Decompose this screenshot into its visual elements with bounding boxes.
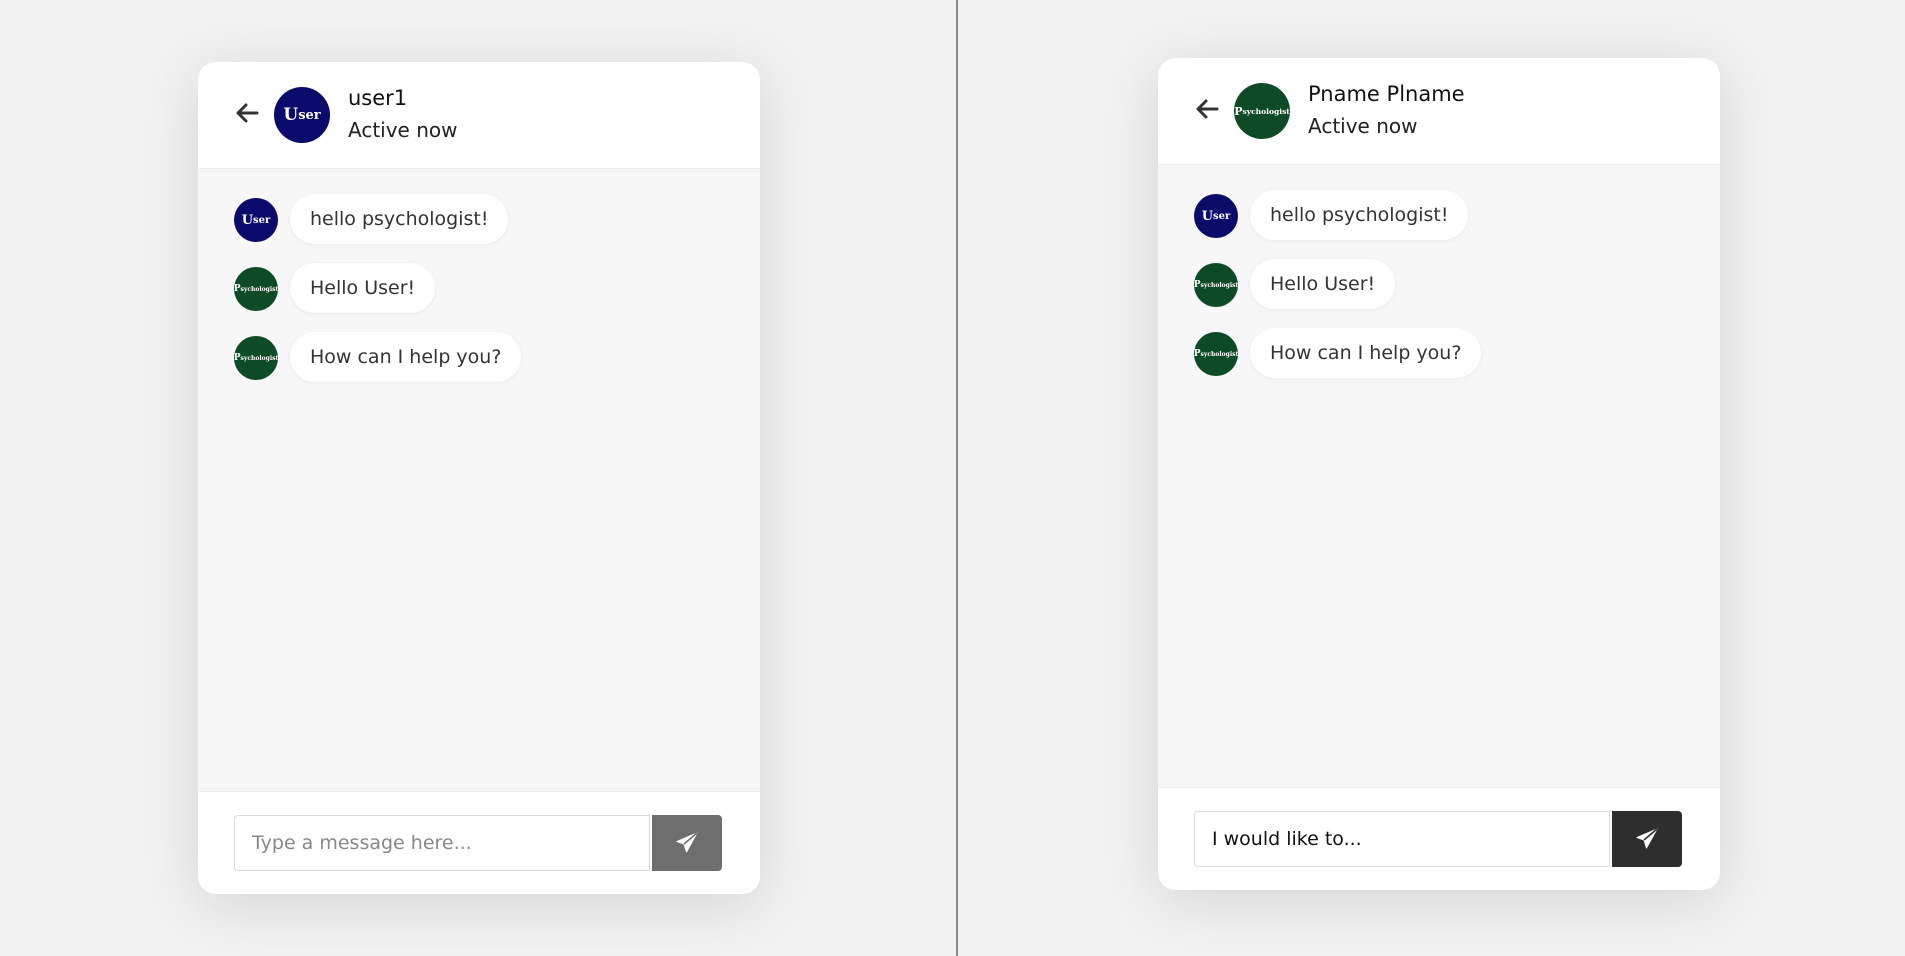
avatar: Psychologist xyxy=(1194,263,1238,307)
avatar-rest: sychologist xyxy=(1200,281,1239,289)
avatar: Psychologist xyxy=(1194,332,1238,376)
message-bubble: hello psychologist! xyxy=(290,194,509,244)
chat-window: User user1 Active now User hello psychol… xyxy=(198,62,760,894)
avatar-initial: U xyxy=(1201,208,1214,224)
message-bubble: hello psychologist! xyxy=(1250,190,1469,240)
avatar-rest: sychologist xyxy=(240,354,279,362)
avatar-rest: ser xyxy=(1213,210,1231,222)
message-input[interactable] xyxy=(234,815,650,871)
send-button[interactable] xyxy=(652,815,722,871)
chat-header: User user1 Active now xyxy=(198,62,760,169)
contact-status: Active now xyxy=(1308,114,1418,138)
avatar-rest: sychologist xyxy=(240,285,279,293)
message-bubble: Hello User! xyxy=(290,263,436,313)
message-bubble: Hello User! xyxy=(1250,259,1396,309)
send-button[interactable] xyxy=(1612,811,1682,867)
avatar: Psychologist xyxy=(234,336,278,380)
avatar-rest: sychologist xyxy=(1200,350,1239,358)
right-browser-pane: Psychologist Pname Plname Active now Use… xyxy=(958,0,1905,956)
avatar-initial: U xyxy=(283,105,299,125)
paper-plane-icon xyxy=(1636,828,1658,849)
paper-plane-icon xyxy=(676,832,698,853)
chat-footer xyxy=(198,791,760,894)
avatar-initial: U xyxy=(241,212,254,228)
chat-header: Psychologist Pname Plname Active now xyxy=(1158,58,1720,165)
contact-status: Active now xyxy=(348,118,458,142)
arrow-left-icon[interactable] xyxy=(1192,94,1222,124)
avatar-rest: ser xyxy=(253,214,271,226)
contact-name: Pname Plname xyxy=(1308,82,1465,106)
avatar: Psychologist xyxy=(1234,83,1290,139)
contact-name: user1 xyxy=(348,86,408,110)
message-list: User hello psychologist! Psychologist He… xyxy=(1158,165,1720,785)
message-list: User hello psychologist! Psychologist He… xyxy=(198,169,760,789)
left-browser-pane: User user1 Active now User hello psychol… xyxy=(0,0,957,956)
avatar: User xyxy=(234,198,278,242)
avatar: User xyxy=(274,87,330,143)
avatar-initial: P xyxy=(1234,104,1243,118)
message-input[interactable] xyxy=(1194,811,1610,867)
chat-window: Psychologist Pname Plname Active now Use… xyxy=(1158,58,1720,890)
chat-footer xyxy=(1158,787,1720,890)
avatar-rest: ser xyxy=(298,107,321,123)
avatar-rest: sychologist xyxy=(1242,106,1290,116)
message-bubble: How can I help you? xyxy=(1250,328,1482,378)
arrow-left-icon[interactable] xyxy=(232,98,262,128)
avatar: Psychologist xyxy=(234,267,278,311)
message-bubble: How can I help you? xyxy=(290,332,522,382)
avatar: User xyxy=(1194,194,1238,238)
